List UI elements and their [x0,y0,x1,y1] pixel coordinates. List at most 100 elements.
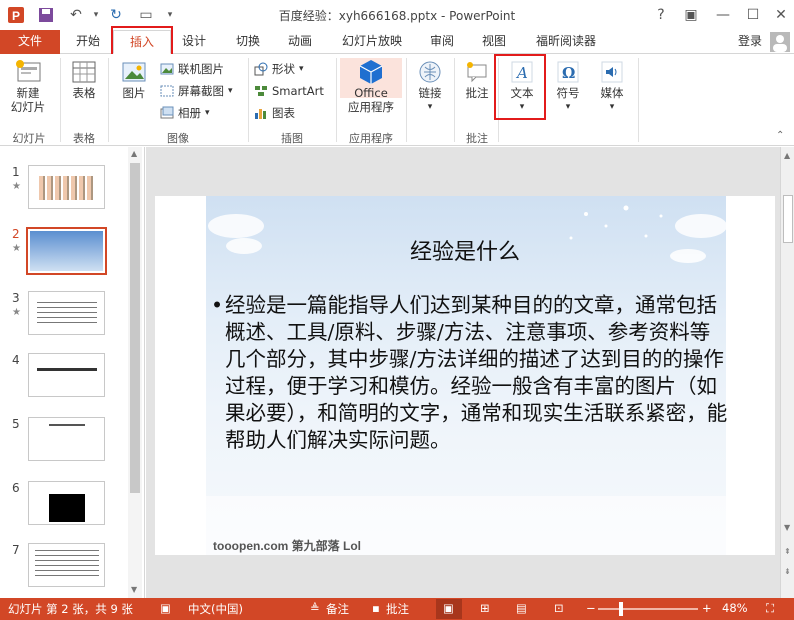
shapes-dropdown-icon[interactable]: ▾ [299,64,304,74]
comments-icon: ▪ [372,601,380,615]
collapse-ribbon-icon[interactable]: ⌃ [776,130,784,141]
slide-thumbnail-2[interactable] [26,227,107,275]
screenshot-dropdown-icon[interactable]: ▾ [228,86,233,96]
chart-button[interactable]: 图表 [254,104,295,122]
text-button-highlight [494,54,546,120]
thumb-animation-star-icon: ★ [12,243,21,254]
slide-title[interactable]: 经验是什么 [155,234,775,266]
divider [108,58,109,142]
picture-button[interactable]: 图片 [114,58,154,100]
notes-button[interactable]: 备注 [326,601,349,617]
group-label-tables: 表格 [73,132,95,145]
table-button[interactable]: 表格 [64,58,104,100]
scroll-thumb[interactable] [130,163,140,493]
thumb-number: 6 [12,481,20,495]
group-label-slides: 幻灯片 [12,132,46,145]
chart-icon [254,106,268,120]
shapes-button[interactable]: 形状 ▾ [254,60,304,78]
next-slide-icon[interactable]: ⇟ [784,567,791,576]
help-button[interactable]: ? [650,4,672,26]
picture-icon [120,58,148,86]
tab-file[interactable]: 文件 [0,30,60,54]
language-status[interactable]: 中文(中国) [188,601,243,617]
new-slide-icon [14,58,42,86]
thumb-text-lines [37,368,97,371]
scroll-down-icon[interactable]: ▼ [131,585,137,594]
thumb-number: 5 [12,417,20,431]
comments-button[interactable]: 批注 [386,601,409,617]
thumbnail-scrollbar[interactable]: ▲ ▼ [128,147,142,598]
close-button[interactable]: ✕ [770,4,792,26]
links-dropdown-icon: ▾ [427,102,433,112]
tab-home[interactable]: 开始 [64,30,112,54]
slide-thumbnail-7[interactable] [28,543,105,587]
scroll-up-icon[interactable]: ▲ [784,151,790,160]
slide-canvas[interactable]: 经验是什么 经验是一篇能指导人们达到某种目的的文章，通常包括概述、工具/原料、步… [155,196,775,555]
comment-button[interactable]: 批注 [458,58,496,100]
scroll-down-icon[interactable]: ▼ [784,523,790,532]
speaker-icon [598,58,626,86]
tab-design[interactable]: 设计 [174,30,214,54]
zoom-slider-thumb[interactable] [619,602,623,616]
reading-view-icon[interactable]: ▤ [516,601,527,615]
photo-album-button[interactable]: 相册 ▾ [160,104,210,122]
thumb-text-lines [37,302,97,324]
shapes-icon [254,62,268,76]
tab-transitions[interactable]: 切换 [228,30,268,54]
tab-animations[interactable]: 动画 [280,30,320,54]
smartart-button[interactable]: SmartArt [254,82,324,100]
thumb-number: 7 [12,543,20,557]
slide-body-text[interactable]: 经验是一篇能指导人们达到某种目的的文章，通常包括概述、工具/原料、步骤/方法、注… [211,292,728,454]
office-apps-button[interactable]: Office 应用程序 [340,58,402,114]
tab-view[interactable]: 视图 [474,30,514,54]
sign-in-link[interactable]: 登录 [732,30,768,54]
zoom-slider-track[interactable] [598,608,698,610]
slide-thumbnail-5[interactable] [28,417,105,461]
media-dropdown-icon: ▾ [609,102,615,112]
slide-thumbnail-6[interactable] [28,481,105,525]
scroll-up-icon[interactable]: ▲ [131,149,137,158]
online-picture-icon [160,62,174,76]
ribbon-display-options-icon[interactable]: ▣ [680,4,702,26]
fit-slide-icon[interactable]: ⛶ [766,601,774,616]
symbols-button[interactable]: Ω 符号 ▾ [548,58,588,114]
screenshot-button[interactable]: 屏幕截图 ▾ [160,82,233,100]
zoom-level[interactable]: 48% [722,601,748,615]
thumb-number: 2 [12,227,20,241]
slide-watermark-logo: tooopen.com 第九部落 Lol [213,539,361,553]
scroll-thumb[interactable] [783,195,793,243]
previous-slide-icon[interactable]: ⇞ [784,547,791,556]
divider [336,58,337,142]
office-apps-label-2: 应用程序 [348,100,394,114]
editor-scrollbar[interactable]: ▲ ▼ ⇞ ⇟ [780,147,794,598]
divider [406,58,407,142]
avatar[interactable] [770,32,790,52]
symbols-label: 符号 [556,86,580,100]
slide-thumbnail-3[interactable] [28,291,105,335]
tab-slideshow[interactable]: 幻灯片放映 [332,30,412,54]
zoom-in-button[interactable]: + [702,601,712,615]
slide-sorter-view-icon[interactable]: ⊞ [480,601,490,615]
minimize-button[interactable]: — [712,4,734,26]
photo-album-icon [160,106,174,120]
ribbon: 新建 幻灯片 幻灯片 表格 表格 图片 联机图片 屏幕截图 ▾ 相册 ▾ 图像 … [0,54,794,146]
symbols-dropdown-icon: ▾ [565,102,571,112]
slide-thumbnail-1[interactable] [28,165,105,209]
slide-thumbnail-4[interactable] [28,353,105,397]
svg-text:Ω: Ω [562,64,575,82]
links-button[interactable]: 链接 ▾ [410,58,450,114]
tab-foxit-reader[interactable]: 福昕阅读器 [526,30,606,54]
thumb-image [39,176,95,200]
album-dropdown-icon[interactable]: ▾ [205,108,210,118]
online-picture-button[interactable]: 联机图片 [160,60,224,78]
smartart-icon [254,84,268,98]
maximize-icon[interactable]: ☐ [742,4,764,26]
normal-view-icon[interactable]: ▣ [436,599,462,619]
slide-thumbnail-pane[interactable]: 1 ★ 2 ★ 3 ★ 4 5 6 7 ▲ ▼ [0,147,145,598]
slideshow-view-icon[interactable]: ⊡ [554,601,564,615]
new-slide-button[interactable]: 新建 幻灯片 [4,58,52,114]
tab-review[interactable]: 审阅 [422,30,462,54]
media-button[interactable]: 媒体 ▾ [592,58,632,114]
zoom-out-button[interactable]: − [586,601,596,615]
spelling-check-icon[interactable]: ▣ [160,601,171,615]
